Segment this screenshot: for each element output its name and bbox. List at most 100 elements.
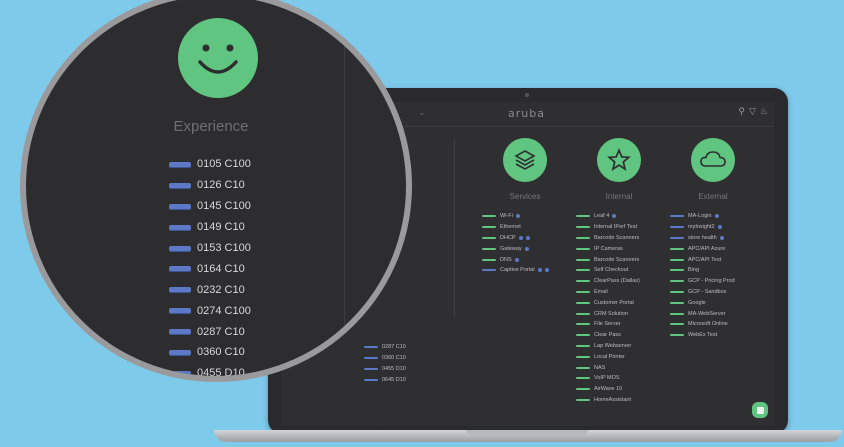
experience-device-item[interactable]: 0232 C10 bbox=[169, 279, 251, 300]
list-item[interactable]: Self Checkout bbox=[576, 265, 662, 276]
list-item[interactable]: GCP - Sandbox bbox=[670, 287, 756, 298]
status-dot bbox=[717, 225, 722, 230]
layers-icon[interactable] bbox=[503, 138, 547, 182]
list-item[interactable]: HomeAssistant bbox=[576, 395, 662, 406]
item-label: GCP - Pricing Prod bbox=[688, 278, 735, 285]
status-bar bbox=[169, 245, 191, 251]
status-bar bbox=[576, 258, 590, 261]
list-item[interactable]: Microsoft Online bbox=[670, 319, 756, 330]
list-item[interactable]: ClearPass (Dallas) bbox=[576, 276, 662, 287]
experience-device-item[interactable]: 0360 C10 bbox=[169, 342, 251, 363]
experience-device-item[interactable]: 0287 C10 bbox=[169, 321, 251, 342]
experience-device-item[interactable]: 0149 C10 bbox=[169, 217, 251, 238]
item-label: MA-Login bbox=[688, 213, 712, 220]
status-dot bbox=[719, 235, 724, 240]
list-item[interactable]: Clear Pass bbox=[576, 330, 662, 341]
status-bar bbox=[670, 290, 684, 293]
list-item[interactable]: myInsight2 bbox=[670, 222, 756, 233]
status-bar bbox=[670, 236, 684, 239]
device-label: 0360 C10 bbox=[382, 355, 406, 362]
list-item[interactable]: Customer Portal bbox=[576, 297, 662, 308]
list-item[interactable]: Email bbox=[576, 287, 662, 298]
internal-list: Leaf 4 Internal IPerf Test Barcode Scanner… bbox=[576, 211, 662, 405]
list-item[interactable]: WebEx Test bbox=[670, 330, 756, 341]
list-item[interactable]: File Server bbox=[576, 319, 662, 330]
experience-device-item[interactable]: 0105 C100 bbox=[169, 154, 251, 175]
experience-peek-item[interactable]: 0645 D10 bbox=[364, 374, 406, 385]
status-bar bbox=[576, 344, 590, 347]
status-bar bbox=[670, 269, 684, 272]
list-item[interactable]: Captive Portal bbox=[482, 265, 568, 276]
list-item[interactable]: Barcode Scanners bbox=[576, 254, 662, 265]
status-bar bbox=[482, 236, 496, 239]
list-item[interactable]: Lap Webserver bbox=[576, 341, 662, 352]
status-bar bbox=[482, 258, 496, 261]
item-label: CRM Solution bbox=[594, 310, 628, 317]
search-icon[interactable]: ⚲ bbox=[738, 106, 745, 117]
experience-device-item[interactable]: 0126 C10 bbox=[169, 175, 251, 196]
list-item[interactable]: Wi-Fi bbox=[482, 211, 568, 222]
list-item[interactable]: Local Printer bbox=[576, 351, 662, 362]
magnifier-circle: Experience 0105 C100 0126 C10 0145 C100 014… bbox=[20, 0, 412, 382]
list-item[interactable]: Leaf 4 bbox=[576, 211, 662, 222]
list-item[interactable]: DHCP bbox=[482, 233, 568, 244]
list-item[interactable]: GCP - Pricing Prod bbox=[670, 276, 756, 287]
item-label: APC/API Azure bbox=[688, 245, 726, 252]
bell-icon[interactable]: ♨ bbox=[760, 106, 768, 117]
list-item[interactable]: APC/API Test bbox=[670, 254, 756, 265]
list-item[interactable]: VoIP MOS bbox=[576, 373, 662, 384]
experience-device-item[interactable]: 0153 C100 bbox=[169, 238, 251, 259]
cloud-icon[interactable] bbox=[691, 138, 735, 182]
column-services: Services Wi-Fi Ethernet DHCP Gateway DNS Capt… bbox=[482, 138, 568, 276]
list-item[interactable]: Barcode Scanners bbox=[576, 233, 662, 244]
list-item[interactable]: AirWave 10 bbox=[576, 384, 662, 395]
status-bar bbox=[576, 377, 590, 380]
list-item[interactable]: MA-Login bbox=[670, 211, 756, 222]
list-item[interactable]: Gateway bbox=[482, 243, 568, 254]
status-bar bbox=[670, 301, 684, 304]
chat-button[interactable] bbox=[752, 402, 768, 418]
item-label: Barcode Scanners bbox=[594, 234, 640, 241]
list-item[interactable]: IP Cameras bbox=[576, 243, 662, 254]
laptop-notch bbox=[466, 430, 588, 435]
device-label: 0360 C10 bbox=[197, 346, 245, 359]
external-list: MA-Login myInsight2 store health APC/API Az… bbox=[670, 211, 756, 341]
item-label: Email bbox=[594, 288, 608, 295]
experience-peek-item[interactable]: 0360 C10 bbox=[364, 353, 406, 364]
device-label: 0149 C10 bbox=[197, 221, 245, 234]
experience-device-item[interactable]: 0274 C100 bbox=[169, 300, 251, 321]
experience-device-list: 0105 C100 0126 C10 0145 C100 0149 C10 0153 C… bbox=[169, 154, 251, 376]
status-bar bbox=[169, 287, 191, 293]
item-label: myInsight2 bbox=[688, 224, 715, 231]
star-icon[interactable] bbox=[597, 138, 641, 182]
status-bar bbox=[670, 312, 684, 315]
status-bar bbox=[670, 258, 684, 261]
chat-icon bbox=[756, 406, 764, 414]
experience-device-item[interactable]: 0455 D10 bbox=[169, 363, 251, 376]
device-label: 0145 C100 bbox=[197, 200, 251, 213]
list-item[interactable]: NAS bbox=[576, 362, 662, 373]
list-item[interactable]: Bing bbox=[670, 265, 756, 276]
list-item[interactable]: store health bbox=[670, 233, 756, 244]
item-label: Clear Pass bbox=[594, 332, 621, 339]
item-label: Wi-Fi bbox=[500, 213, 513, 220]
status-bar bbox=[169, 182, 191, 188]
status-bar bbox=[576, 236, 590, 239]
experience-device-item[interactable]: 0164 C10 bbox=[169, 258, 251, 279]
list-item[interactable]: Internal IPerf Test bbox=[576, 222, 662, 233]
list-item[interactable]: Ethernet bbox=[482, 222, 568, 233]
status-bar bbox=[576, 323, 590, 326]
list-item[interactable]: CRM Solution bbox=[576, 308, 662, 319]
list-item[interactable]: Google bbox=[670, 297, 756, 308]
item-label: ClearPass (Dallas) bbox=[594, 278, 640, 285]
list-item[interactable]: DNS bbox=[482, 254, 568, 265]
filter-icon[interactable]: ▽ bbox=[749, 106, 756, 117]
list-item[interactable]: MA-WebServer bbox=[670, 308, 756, 319]
experience-peek-item[interactable]: 0455 D10 bbox=[364, 364, 406, 375]
status-bar bbox=[670, 215, 684, 218]
chevron-down-icon[interactable]: ⌄ bbox=[418, 107, 426, 118]
experience-device-item[interactable]: 0145 C100 bbox=[169, 196, 251, 217]
experience-peek-item[interactable]: 0287 C10 bbox=[364, 342, 406, 353]
list-item[interactable]: APC/API Azure bbox=[670, 243, 756, 254]
device-label: 0645 D10 bbox=[382, 376, 406, 383]
